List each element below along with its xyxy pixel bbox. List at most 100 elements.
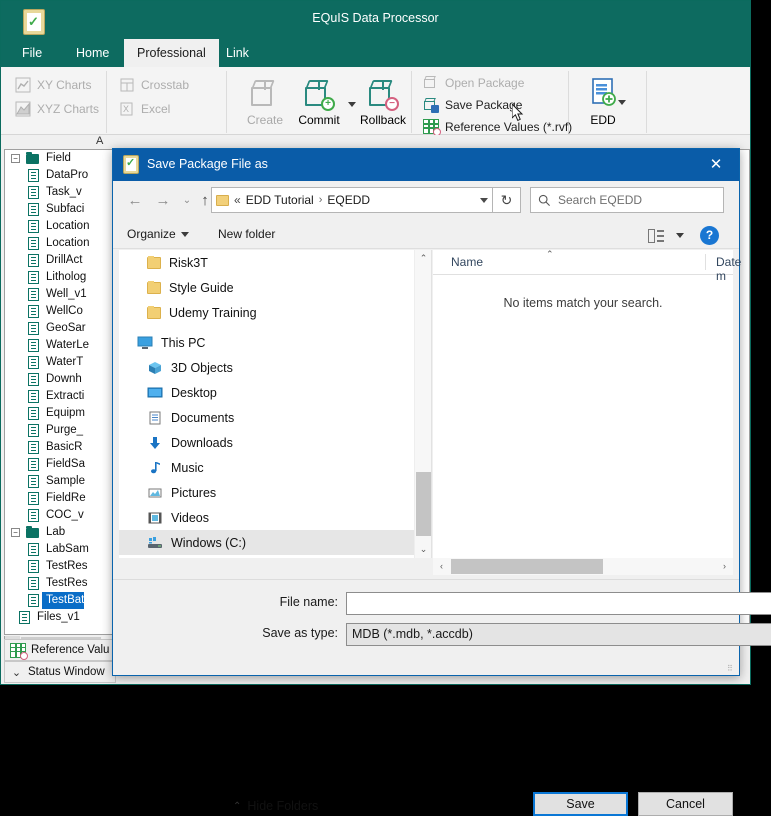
cancel-button[interactable]: Cancel — [638, 792, 733, 816]
ribbon-crosstab[interactable]: Crosstab — [119, 77, 189, 93]
tree-node-item[interactable]: DataPro — [5, 167, 115, 184]
tree-node-item[interactable]: Extracti — [5, 388, 115, 405]
tree-node-item-selected[interactable]: TestBat — [5, 592, 115, 609]
breadcrumb-overflow[interactable]: « — [234, 193, 241, 207]
ribbon-open-package[interactable]: Open Package — [423, 75, 524, 91]
breadcrumb-item-0[interactable]: EDD Tutorial — [246, 193, 314, 207]
tree-node-item[interactable]: Well_v1 — [5, 286, 115, 303]
column-header-date-modified[interactable]: Date m — [716, 255, 741, 283]
nav-item-documents[interactable]: Documents — [119, 405, 414, 430]
tree-node-item[interactable]: Equipm — [5, 405, 115, 422]
address-breadcrumb-bar[interactable]: « EDD Tutorial › EQEDD — [211, 187, 493, 213]
status-window-item[interactable]: ⌄ Status Window — [4, 661, 116, 683]
organize-button[interactable]: Organize — [127, 227, 189, 241]
nav-item-pictures[interactable]: Pictures — [119, 480, 414, 505]
ribbon-reference-values[interactable]: Reference Values (*.rvf) — [423, 119, 572, 134]
nav-item-windows-c[interactable]: Windows (C:) — [119, 530, 414, 555]
scroll-left-arrow[interactable]: ‹ — [433, 558, 450, 575]
navigation-pane[interactable]: Risk3T Style Guide Udemy Training This P… — [119, 250, 414, 558]
breadcrumb-item-1[interactable]: EQEDD — [327, 193, 370, 207]
column-header-name[interactable]: Name — [451, 255, 483, 269]
scroll-right-arrow[interactable]: › — [716, 558, 733, 575]
folder-icon — [147, 307, 161, 319]
collapse-icon[interactable]: − — [11, 154, 20, 163]
edd-tree-panel[interactable]: − Field DataPro Task_v Subfaci Location … — [4, 149, 116, 635]
tree-node-item[interactable]: Sample — [5, 473, 115, 490]
tree-node-item[interactable]: FieldSa — [5, 456, 115, 473]
tab-home[interactable]: Home — [63, 39, 122, 67]
tree-node-item[interactable]: Subfaci — [5, 201, 115, 218]
tree-node-item[interactable]: WellCo — [5, 303, 115, 320]
pane-splitter[interactable] — [431, 250, 432, 558]
save-button[interactable]: Save — [533, 792, 628, 816]
tab-file[interactable]: File — [9, 39, 55, 67]
file-list-pane[interactable]: Name ⌃ Date m No items match your search… — [433, 250, 733, 558]
hide-folders-toggle[interactable]: ⌃ Hide Folders — [233, 799, 318, 813]
nav-item-downloads[interactable]: Downloads — [119, 430, 414, 455]
nav-item-3d-objects[interactable]: 3D Objects — [119, 355, 414, 380]
refresh-icon[interactable]: ↻ — [493, 187, 521, 213]
view-dropdown-arrow[interactable] — [676, 233, 684, 238]
tree-node-item[interactable]: TestRes — [5, 575, 115, 592]
tree-node-item[interactable]: DrillAct — [5, 252, 115, 269]
tree-node-item[interactable]: FieldRe — [5, 490, 115, 507]
ribbon-excel[interactable]: X Excel — [119, 101, 170, 117]
tree-node-item[interactable]: TestRes — [5, 558, 115, 575]
navigation-pane-scrollbar[interactable]: ⌃ ⌄ — [414, 250, 431, 558]
ribbon-rollback-button[interactable]: − Rollback — [353, 79, 413, 127]
back-button[interactable]: ← — [123, 189, 147, 213]
nav-item-udemy-training[interactable]: Udemy Training — [119, 300, 414, 325]
tab-professional[interactable]: Professional — [124, 39, 219, 67]
tree-node-item[interactable]: Location — [5, 218, 115, 235]
search-box[interactable]: Search EQEDD — [530, 187, 724, 213]
tree-node-item[interactable]: Purge_ — [5, 422, 115, 439]
tree-node-item[interactable]: BasicR — [5, 439, 115, 456]
file-list-horizontal-scrollbar[interactable]: ‹ › — [433, 558, 733, 575]
tree-node-item[interactable]: Task_v — [5, 184, 115, 201]
tree-node-label: Extracti — [42, 388, 84, 405]
collapse-icon[interactable]: − — [11, 528, 20, 537]
forward-button[interactable]: → — [151, 189, 175, 213]
table-doc-icon — [19, 611, 30, 624]
tree-node-item[interactable]: GeoSar — [5, 320, 115, 337]
tree-node-item[interactable]: WaterT — [5, 354, 115, 371]
tree-node-item[interactable]: WaterLe — [5, 337, 115, 354]
scroll-thumb[interactable] — [416, 472, 431, 536]
tab-link[interactable]: Link — [213, 39, 262, 67]
nav-item-music[interactable]: Music — [119, 455, 414, 480]
tree-node-files[interactable]: Files_v1 — [5, 609, 115, 626]
nav-item-risk3t[interactable]: Risk3T — [119, 250, 414, 275]
edd-dropdown-arrow[interactable] — [618, 100, 626, 105]
nav-item-desktop[interactable]: Desktop — [119, 380, 414, 405]
chevron-down-icon[interactable] — [480, 198, 488, 203]
nav-item-this-pc[interactable]: This PC — [119, 330, 414, 355]
nav-item-style-guide[interactable]: Style Guide — [119, 275, 414, 300]
resize-grip[interactable]: ⠿ — [727, 664, 735, 672]
save-as-type-select[interactable]: MDB (*.mdb, *.accdb) — [346, 623, 771, 646]
ribbon-xy-charts[interactable]: XY Charts — [15, 77, 91, 93]
tree-node-item[interactable]: Location — [5, 235, 115, 252]
file-name-input[interactable] — [346, 592, 771, 615]
tree-node-lab[interactable]: − Lab — [5, 524, 115, 541]
scroll-down-arrow[interactable]: ⌄ — [415, 541, 432, 558]
help-icon[interactable]: ? — [700, 226, 719, 245]
ribbon-commit-button[interactable]: + Commit — [289, 79, 349, 127]
tree-node-item[interactable]: Downh — [5, 371, 115, 388]
scroll-thumb[interactable] — [451, 559, 603, 574]
new-folder-button[interactable]: New folder — [218, 227, 275, 241]
tree-node-item[interactable]: Litholog — [5, 269, 115, 286]
tree-node-item[interactable]: LabSam — [5, 541, 115, 558]
folder-icon — [26, 154, 39, 164]
view-options-icon[interactable] — [648, 229, 664, 243]
ribbon-xy-charts-label: XY Charts — [37, 78, 91, 92]
ribbon-save-package[interactable]: Save Package — [423, 97, 522, 113]
videos-icon — [147, 511, 163, 525]
scroll-up-arrow[interactable]: ⌃ — [415, 250, 432, 267]
nav-item-videos[interactable]: Videos — [119, 505, 414, 530]
close-icon[interactable]: ✕ — [693, 149, 739, 181]
tree-node-item[interactable]: COC_v — [5, 507, 115, 524]
ribbon-create-button[interactable]: Create — [235, 79, 295, 127]
ribbon-xyz-charts[interactable]: XYZ Charts — [15, 101, 99, 117]
tree-node-field[interactable]: − Field — [5, 150, 115, 167]
reference-values-status-item[interactable]: Reference Valu — [4, 639, 116, 661]
